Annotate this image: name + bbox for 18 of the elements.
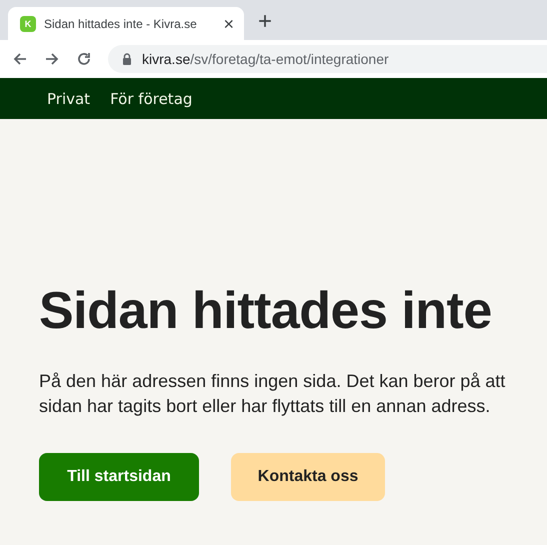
nav-link[interactable]: Privat (47, 90, 90, 108)
error-message: På den här adressen finns ingen sida. Det kan beror på att sidan har tagits bort eller har flyttats till en annan adress. (39, 370, 506, 418)
lock-icon (122, 53, 132, 65)
home-button[interactable]: Till startsidan (39, 453, 199, 501)
tab-title: Sidan hittades inte - Kivra.se (44, 16, 198, 30)
new-tab-button[interactable]: + (258, 10, 272, 34)
nav-link[interactable]: För företag (110, 90, 192, 108)
reload-icon[interactable] (76, 51, 92, 67)
forward-icon[interactable] (44, 51, 60, 67)
favicon: K (20, 16, 36, 32)
browser-tab[interactable]: K Sidan hittades inte - Kivra.se × (8, 7, 244, 40)
contact-button[interactable]: Kontakta oss (231, 453, 385, 501)
url-domain: kivra.se (142, 51, 190, 67)
close-tab-button[interactable]: × (223, 16, 234, 32)
back-icon[interactable] (12, 51, 28, 67)
url-path: /sv/foretag/ta-emot/integrationer (190, 51, 389, 67)
address-bar[interactable]: kivra.se/sv/foretag/ta-emot/integrationer (108, 45, 547, 73)
page-heading: Sidan hittades inte (39, 281, 493, 341)
